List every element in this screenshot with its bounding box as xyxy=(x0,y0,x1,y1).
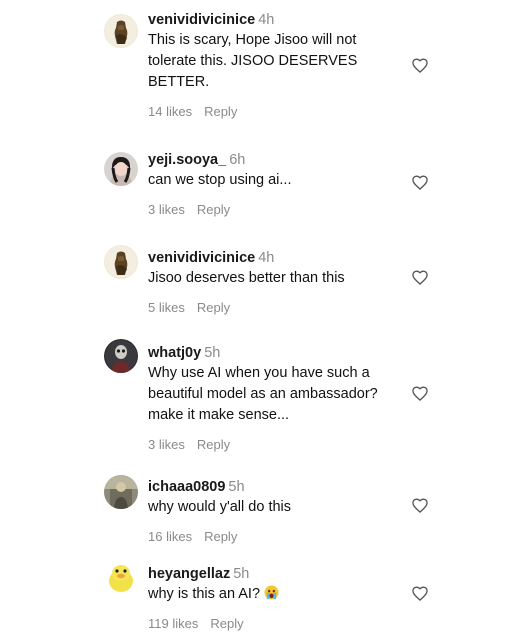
avatar-photo-image xyxy=(104,475,138,509)
username[interactable]: heyangellaz xyxy=(148,566,230,582)
heart-outline-icon[interactable] xyxy=(410,495,430,515)
comment-text: Why use AI when you have such a beautifu… xyxy=(148,365,378,423)
heart-outline-icon[interactable] xyxy=(410,383,430,403)
comment-text-row: why is this an AI? xyxy=(148,584,403,605)
username[interactable]: venividivicinice xyxy=(148,12,255,28)
comment-text: This is scary, Hope Jisoo will not toler… xyxy=(148,32,358,90)
heart-outline-icon[interactable] xyxy=(410,583,430,603)
avatar-statue-image xyxy=(104,245,138,279)
likes-count[interactable]: 3 likes xyxy=(148,202,185,217)
timestamp: 5h xyxy=(204,345,221,361)
username[interactable]: whatj0y xyxy=(148,345,201,361)
timestamp: 4h xyxy=(258,12,275,28)
avatar-statue-image xyxy=(104,14,138,48)
reply-button[interactable]: Reply xyxy=(197,202,230,217)
username[interactable]: ichaaa0809 xyxy=(148,479,225,495)
likes-count[interactable]: 119 likes xyxy=(148,616,198,631)
avatar[interactable] xyxy=(104,152,138,186)
likes-count[interactable]: 16 likes xyxy=(148,529,192,544)
avatar[interactable] xyxy=(104,560,138,594)
heart-outline-icon[interactable] xyxy=(410,267,430,287)
timestamp: 4h xyxy=(258,250,275,266)
avatar-duck-image xyxy=(104,560,138,594)
reply-button[interactable]: Reply xyxy=(204,104,237,119)
reply-button[interactable]: Reply xyxy=(204,529,237,544)
avatar[interactable] xyxy=(104,14,138,48)
avatar[interactable] xyxy=(104,339,138,373)
heart-outline-icon[interactable] xyxy=(410,172,430,192)
likes-count[interactable]: 3 likes xyxy=(148,437,185,452)
avatar[interactable] xyxy=(104,475,138,509)
username[interactable]: yeji.sooya_ xyxy=(148,152,226,168)
comment-text: why would y'all do this xyxy=(148,499,292,515)
likes-count[interactable]: 14 likes xyxy=(148,104,192,119)
username[interactable]: venividivicinice xyxy=(148,250,255,266)
timestamp: 5h xyxy=(233,566,250,582)
likes-count[interactable]: 5 likes xyxy=(148,300,185,315)
timestamp: 6h xyxy=(229,152,246,168)
avatar-dark-figure-image xyxy=(104,339,138,373)
crying-face-emoji-icon xyxy=(264,585,279,600)
heart-outline-icon[interactable] xyxy=(410,55,430,75)
comment-text: Jisoo deserves better than this xyxy=(148,270,345,286)
comment-text: why is this an AI? xyxy=(148,586,261,602)
reply-button[interactable]: Reply xyxy=(210,616,243,631)
reply-button[interactable]: Reply xyxy=(197,437,230,452)
avatar[interactable] xyxy=(104,245,138,279)
reply-button[interactable]: Reply xyxy=(197,300,230,315)
timestamp: 5h xyxy=(228,479,245,495)
avatar-girl-image xyxy=(104,152,138,186)
comment-text: can we stop using ai... xyxy=(148,172,292,188)
